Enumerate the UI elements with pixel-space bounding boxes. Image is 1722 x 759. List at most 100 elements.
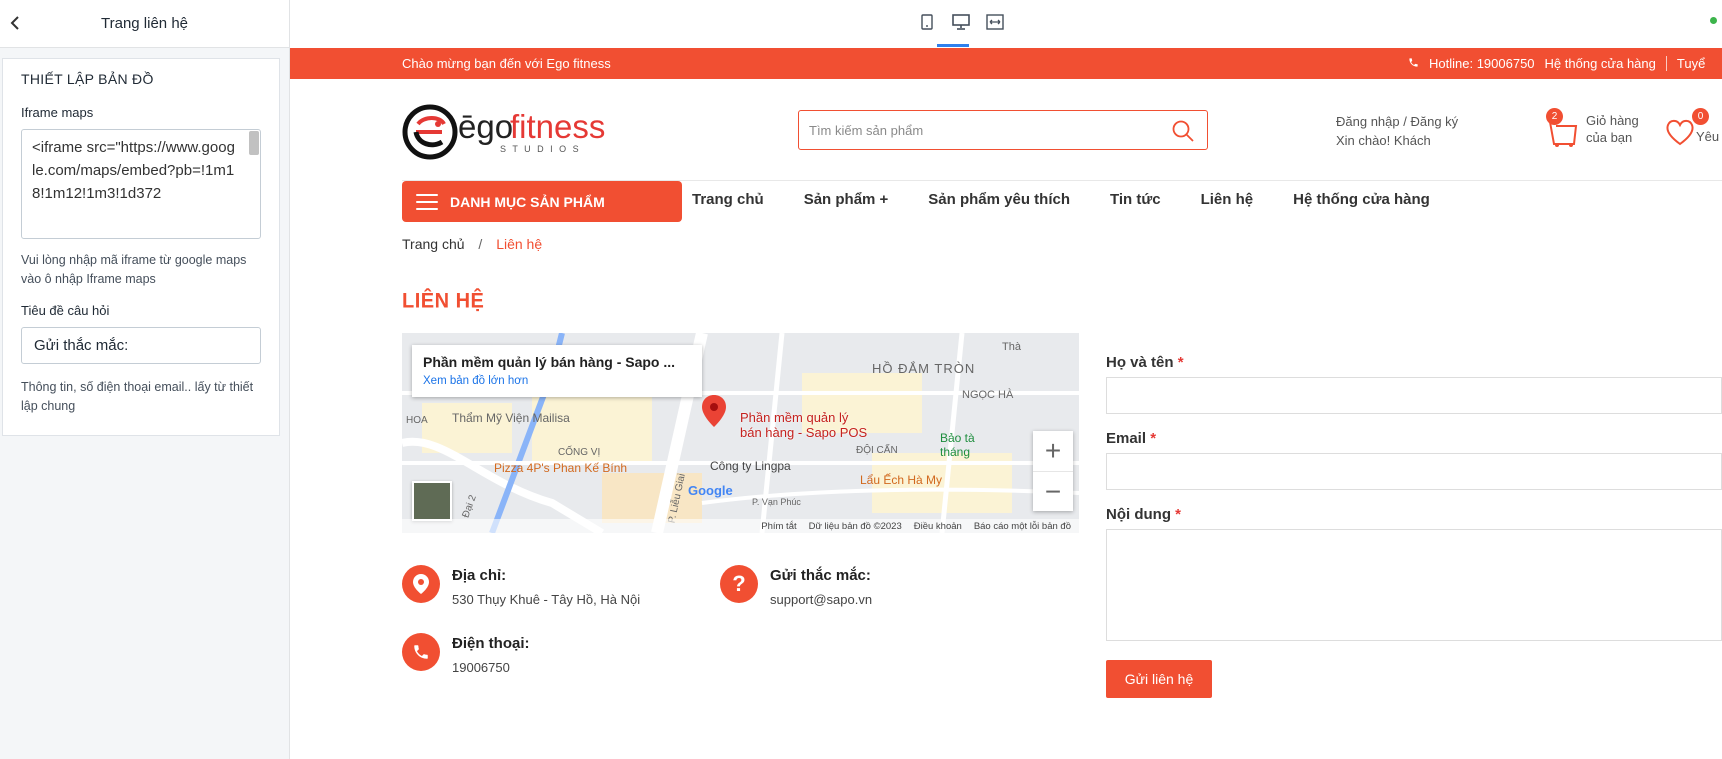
address-title: Địa chỉ: xyxy=(452,567,507,584)
map-label-place4: Bảo tà xyxy=(940,431,975,445)
location-icon xyxy=(402,565,440,603)
phone-value[interactable]: 19006750 xyxy=(452,660,510,675)
wishlist-button[interactable]: 0 Yêu xyxy=(1665,108,1722,150)
site-preview: Chào mừng bạn đến với Ego fitness Hotlin… xyxy=(290,48,1722,759)
nav-item-contact[interactable]: Liên hệ xyxy=(1201,191,1254,208)
nav-item-favorites[interactable]: Sản phẩm yêu thích xyxy=(928,191,1070,208)
nav-item-products[interactable]: Sản phẩm + xyxy=(804,191,889,208)
textarea-scrollbar[interactable] xyxy=(249,131,259,155)
map-label-area1: HỒ ĐẮM TRÒN xyxy=(872,361,976,376)
map-label-place1: Thẩm Mỹ Viện Mailisa xyxy=(452,411,570,425)
submit-button[interactable]: Gửi liên hệ xyxy=(1106,660,1212,698)
phone-info: Điện thoại: 19006750 xyxy=(402,633,702,693)
footer-note: Thông tin, số điện thoại email.. lấy từ … xyxy=(21,380,254,413)
zoom-in-button[interactable]: + xyxy=(1033,431,1073,471)
name-label-text: Họ và tên xyxy=(1106,354,1174,371)
map-pin-label-1: Phần mềm quản lý xyxy=(740,410,849,425)
question-info: ? Gửi thắc mắc: support@sapo.vn xyxy=(720,565,1020,625)
page-title: LIÊN HỆ xyxy=(402,289,485,313)
main-nav: Trang chủ Sản phẩm + Sản phẩm yêu thích … xyxy=(692,191,1430,208)
map-label-area4: ĐỘI CẤN xyxy=(856,445,898,456)
map-footer-shortcuts[interactable]: Phím tắt xyxy=(761,521,796,532)
map-label-street3: P. Vạn Phúc xyxy=(752,497,801,507)
wish-count-badge: 0 xyxy=(1692,108,1709,125)
breadcrumb-home[interactable]: Trang chủ xyxy=(402,236,465,252)
nav-item-stores[interactable]: Hệ thống cửa hàng xyxy=(1293,191,1430,208)
map-footer-report[interactable]: Báo cáo một lỗi bản đồ xyxy=(974,521,1071,532)
email-label: Email * xyxy=(1106,430,1156,447)
map-card-title: Phần mềm quản lý bán hàng - Sapo ... xyxy=(423,354,676,370)
map-label-place4b: tháng xyxy=(940,445,971,459)
map-footer-terms[interactable]: Điều khoản xyxy=(914,521,962,532)
name-field[interactable] xyxy=(1106,377,1722,414)
map-label-area2: NGỌC HÀ xyxy=(962,389,1014,401)
mobile-view-icon[interactable] xyxy=(917,12,937,32)
top-bar-links: Hotline: 19006750 Hệ thống cửa hàng Tuyể xyxy=(1408,56,1705,71)
heart-icon xyxy=(1666,119,1694,146)
zoom-out-button[interactable]: − xyxy=(1033,471,1073,511)
logo-text-ego: ēgo xyxy=(458,108,514,145)
logo-subtext: S T U D I O S xyxy=(500,144,581,154)
map-label-place2: Pizza 4P's Phan Kế Bính xyxy=(494,461,628,475)
satellite-toggle[interactable] xyxy=(412,481,452,521)
greeting-text: Xin chào! Khách xyxy=(1336,133,1431,148)
name-label: Họ và tên * xyxy=(1106,354,1184,371)
stores-link[interactable]: Hệ thống cửa hàng xyxy=(1545,56,1656,71)
email-required-mark: * xyxy=(1150,430,1157,447)
top-bar-divider xyxy=(1665,56,1667,71)
panel-header: Trang liên hệ xyxy=(0,0,289,48)
content-textarea[interactable] xyxy=(1106,529,1722,641)
embedded-map[interactable]: HỒ ĐẮM TRÒN NGỌC HÀ Thẩm Mỹ Viện Mailisa… xyxy=(402,333,1079,533)
map-footer-data: Dữ liệu bản đồ ©2023 xyxy=(808,520,902,532)
back-icon[interactable] xyxy=(4,12,26,34)
desktop-view-icon[interactable] xyxy=(951,12,971,32)
online-status-dot xyxy=(1710,17,1717,24)
question-value: Gửi thắc mắc: xyxy=(34,337,129,354)
recruit-link[interactable]: Tuyể xyxy=(1677,56,1705,71)
map-footer: Phím tắt Dữ liệu bản đồ ©2023 Điều khoản… xyxy=(402,519,1079,533)
search-bar[interactable]: Tìm kiếm sản phẩm xyxy=(798,110,1208,150)
breadcrumb-current: Liên hệ xyxy=(496,236,543,252)
login-link[interactable]: Đăng nhập xyxy=(1336,114,1400,129)
cart-button[interactable]: 2 Giỏ hàng của bạn xyxy=(1546,108,1656,150)
hamburger-icon xyxy=(416,193,438,210)
cart-label-line1: Giỏ hàng xyxy=(1586,113,1639,128)
phone-title: Điện thoại: xyxy=(452,635,530,652)
question-input[interactable]: Gửi thắc mắc: xyxy=(21,327,261,364)
address-value: 530 Thụy Khuê - Tây Hồ, Hà Nội xyxy=(452,592,641,607)
fullwidth-view-icon[interactable] xyxy=(985,12,1005,32)
email-label-text: Email xyxy=(1106,430,1147,447)
brand-logo[interactable]: ēgo fitness S T U D I O S xyxy=(402,102,612,162)
category-menu-label: DANH MỤC SẢN PHẨM xyxy=(450,193,605,210)
map-label-hoa: HOA xyxy=(406,415,428,426)
logo-text-fitness: fitness xyxy=(510,108,606,145)
nav-item-home[interactable]: Trang chủ xyxy=(692,191,764,208)
iframe-help-text: Vui lòng nhập mã iframe từ google maps v… xyxy=(21,253,247,286)
logo-emblem xyxy=(402,104,458,160)
google-logo: Google xyxy=(688,483,733,498)
phone-icon xyxy=(1408,56,1419,71)
panel-title: Trang liên hệ xyxy=(101,15,188,32)
content-label-text: Nội dung xyxy=(1106,506,1171,523)
email-field[interactable] xyxy=(1106,453,1722,490)
category-menu-button[interactable]: DANH MỤC SẢN PHẨM xyxy=(402,181,682,222)
top-bar: Chào mừng bạn đến với Ego fitness Hotlin… xyxy=(290,48,1722,79)
map-info-card: Phần mềm quản lý bán hàng - Sapo ... Xem… xyxy=(412,345,702,397)
search-icon[interactable] xyxy=(1171,119,1195,143)
active-view-indicator xyxy=(937,44,969,47)
search-input[interactable]: Tìm kiếm sản phẩm xyxy=(809,123,923,138)
iframe-textarea[interactable]: <iframe src="https://www.google.com/maps… xyxy=(21,129,261,239)
question-email[interactable]: support@sapo.vn xyxy=(770,592,872,607)
hotline-link[interactable]: Hotline: 19006750 xyxy=(1429,56,1535,71)
breadcrumb: Trang chủ / Liên hệ xyxy=(402,236,542,252)
map-pin-label-2: bán hàng - Sapo POS xyxy=(740,425,868,440)
map-larger-link[interactable]: Xem bản đồ lớn hơn xyxy=(423,375,691,387)
address-info: Địa chỉ: 530 Thụy Khuê - Tây Hồ, Hà Nội xyxy=(402,565,702,625)
iframe-value: <iframe src="https://www.google.com/maps… xyxy=(32,139,235,202)
map-label-tha: Thà xyxy=(1002,341,1021,353)
account-area: Đăng nhập / Đăng ký Xin chào! Khách xyxy=(1336,112,1458,150)
nav-item-news[interactable]: Tin tức xyxy=(1110,191,1161,208)
register-link[interactable]: Đăng ký xyxy=(1410,114,1458,129)
map-pin-icon[interactable] xyxy=(702,395,726,427)
iframe-label: Iframe maps xyxy=(21,105,94,120)
